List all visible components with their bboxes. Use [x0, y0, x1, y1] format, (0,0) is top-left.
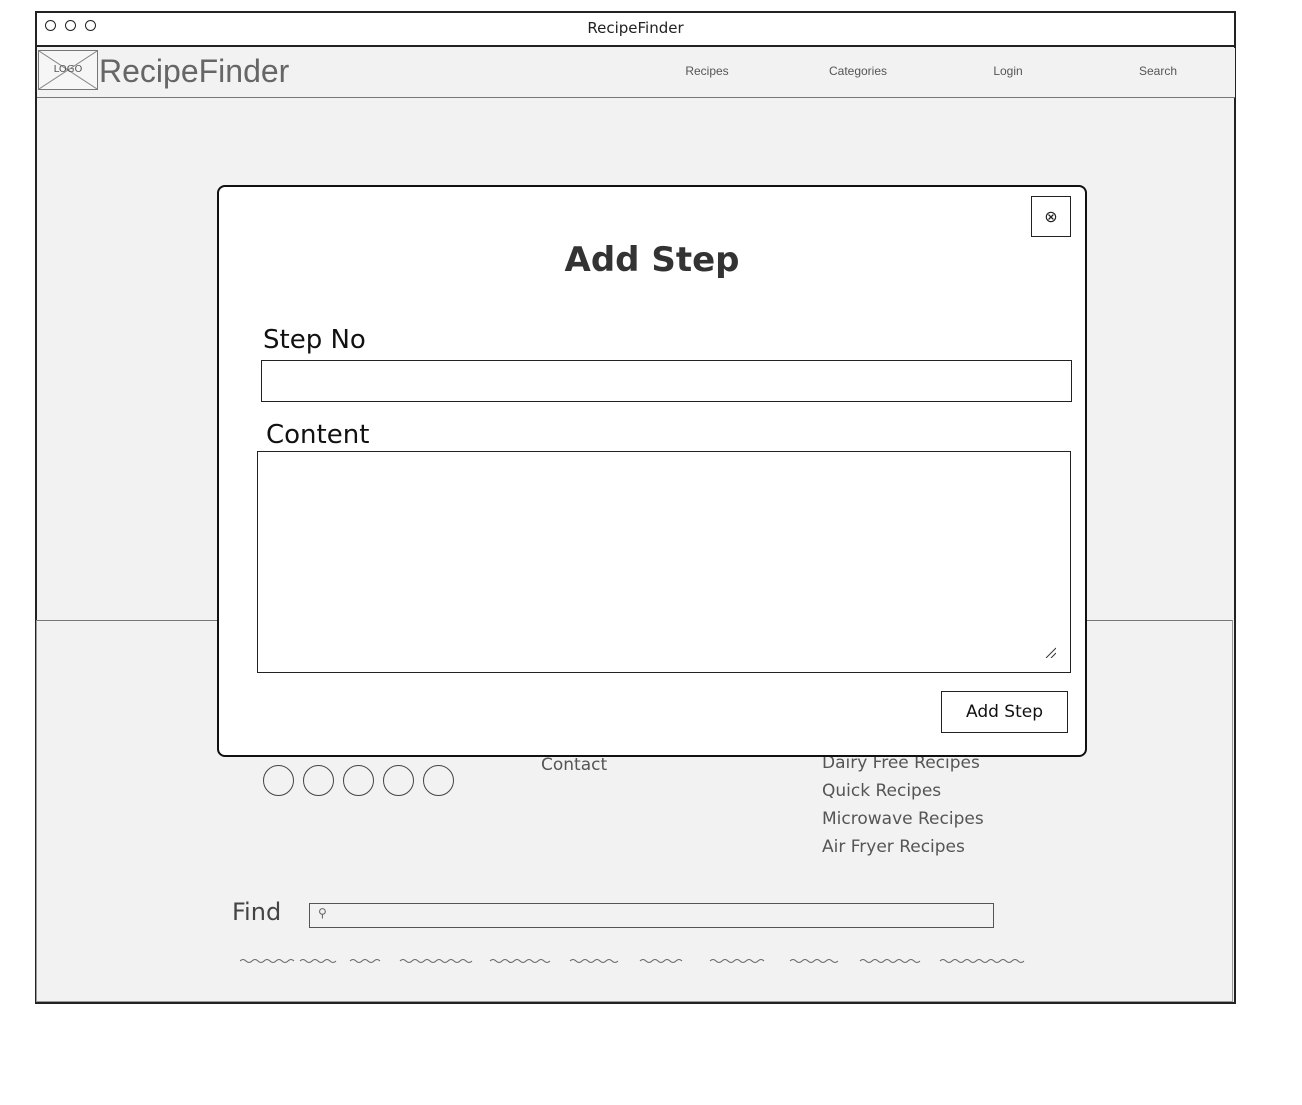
- footer-contact-link[interactable]: Contact: [541, 755, 607, 775]
- step-no-label: Step No: [263, 325, 366, 355]
- search-icon: ⚲: [318, 906, 327, 920]
- content-label: Content: [266, 420, 370, 450]
- footer-recipe-link[interactable]: Microwave Recipes: [822, 809, 984, 829]
- placeholder-text-squiggle: [240, 959, 1025, 963]
- window-title: RecipeFinder: [587, 19, 684, 37]
- social-icon[interactable]: [263, 765, 294, 796]
- resize-handle-icon[interactable]: [1044, 646, 1056, 658]
- step-no-input[interactable]: [261, 360, 1072, 402]
- find-search-input[interactable]: [309, 903, 994, 928]
- brand-name[interactable]: RecipeFinder: [99, 50, 289, 92]
- find-label: Find: [232, 898, 282, 926]
- social-icon[interactable]: [383, 765, 414, 796]
- modal-title: Add Step: [564, 240, 740, 280]
- close-circle-icon[interactable]: ⊗: [1031, 196, 1071, 237]
- nav-categories[interactable]: Categories: [798, 60, 918, 82]
- nav-login[interactable]: Login: [948, 60, 1068, 82]
- logo-text: LOGO: [53, 64, 83, 75]
- footer-recipe-link[interactable]: Quick Recipes: [822, 781, 941, 801]
- social-icon[interactable]: [343, 765, 374, 796]
- add-step-button[interactable]: Add Step: [941, 691, 1068, 733]
- content-textarea[interactable]: [257, 451, 1071, 673]
- footer-recipe-link[interactable]: Air Fryer Recipes: [822, 837, 965, 857]
- nav-recipes[interactable]: Recipes: [647, 60, 767, 82]
- social-icon[interactable]: [423, 765, 454, 796]
- nav-search[interactable]: Search: [1098, 60, 1218, 82]
- social-icon[interactable]: [303, 765, 334, 796]
